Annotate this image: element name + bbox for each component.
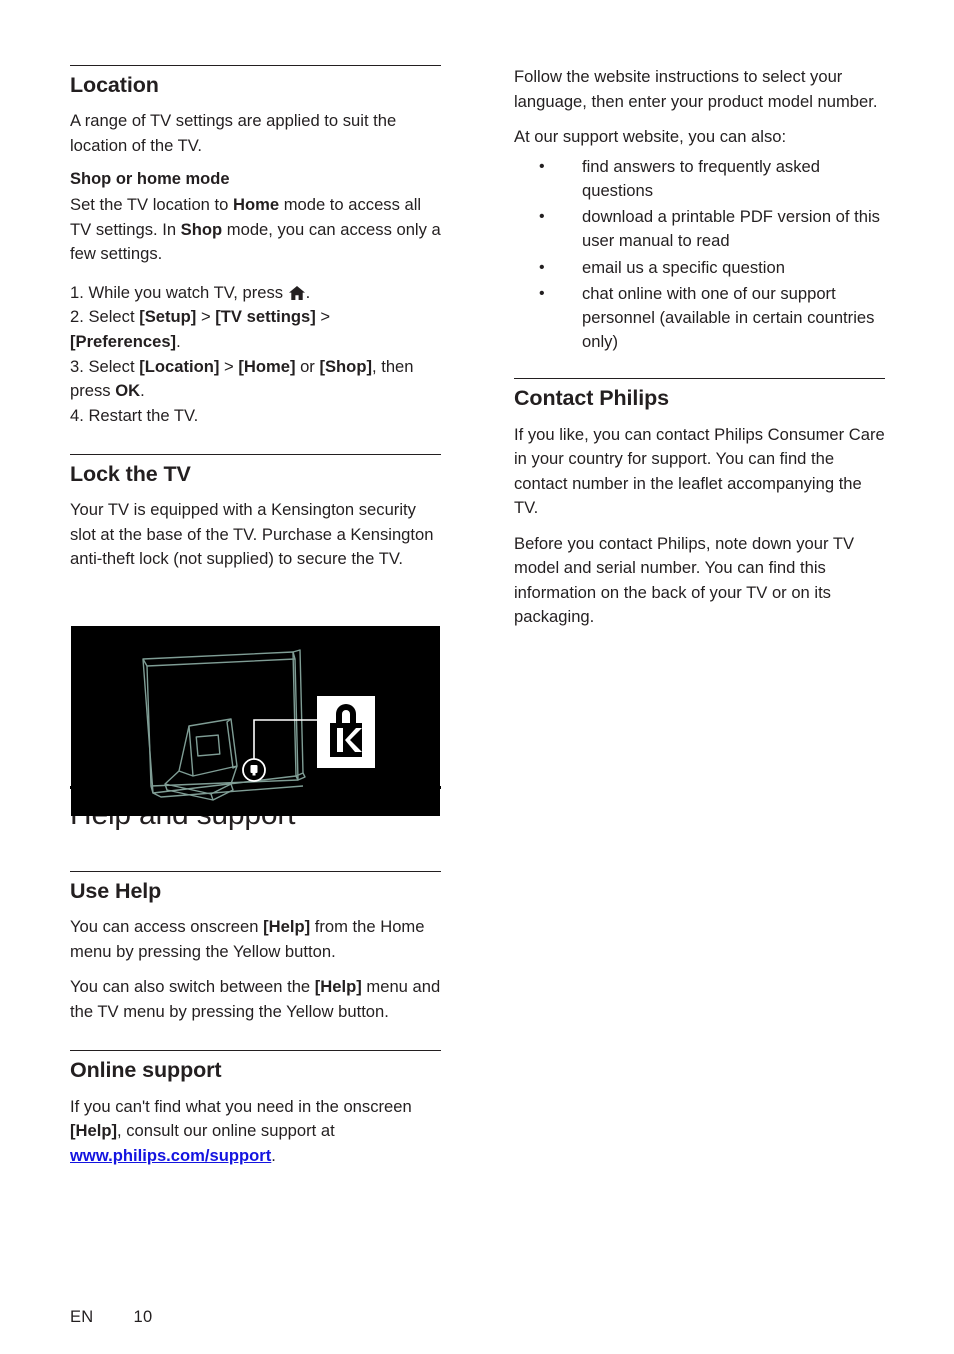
location-step: 3. Select [Location] > [Home] or [Shop],…: [70, 355, 441, 404]
bullet-icon: •: [539, 208, 545, 226]
right-intro-paragraph-2: At our support website, you can also:: [514, 127, 787, 147]
online-support-part-3: .: [271, 1145, 276, 1165]
step-number: 3.: [70, 356, 89, 376]
step-emphasis: [Home]: [238, 356, 296, 376]
step-text: >: [219, 356, 239, 376]
online-support-part-2: , consult our online support at: [117, 1121, 335, 1141]
list-item-label: find answers to frequently asked questio…: [582, 156, 820, 200]
step-text: Select: [88, 307, 140, 327]
step-emphasis: [Location]: [139, 356, 220, 376]
step-text: >: [315, 307, 331, 327]
location-mode-text: Set the TV location to Home mode to acce…: [70, 193, 441, 267]
location-step: 1. While you watch TV, press .: [70, 281, 441, 306]
right-column: Follow the website instructions to selec…: [514, 65, 885, 630]
home-icon: [288, 285, 305, 300]
list-item: • chat online with one of our support per…: [514, 282, 885, 355]
support-website-bullet-list: • find answers to frequently asked questi…: [514, 155, 885, 355]
list-item: • download a printable PDF version of thi…: [514, 205, 885, 253]
lock-the-tv-body: Your TV is equipped with a Kensington se…: [70, 500, 434, 569]
location-step: 4. Restart the TV.: [70, 404, 441, 429]
step-text: .: [176, 331, 181, 351]
left-column: Location A range of TV settings are appl…: [70, 65, 441, 1168]
list-item: • find answers to frequently asked questi…: [514, 155, 885, 203]
section-online-support: Online support If you can't find what yo…: [70, 1050, 441, 1168]
step-number: 1.: [70, 282, 89, 302]
contact-philips-paragraph-1: If you like, you can contact Philips Con…: [514, 424, 885, 518]
philips-support-link[interactable]: www.philips.com/support: [70, 1146, 271, 1165]
heading-contact-philips: Contact Philips: [514, 386, 669, 411]
section-location: Location A range of TV settings are appl…: [70, 65, 441, 428]
heading-use-help: Use Help: [70, 879, 162, 904]
step-number: 2.: [70, 307, 89, 327]
step-emphasis: [TV settings]: [215, 307, 316, 327]
manual-page: Location A range of TV settings are appl…: [0, 0, 954, 1354]
contact-philips-paragraph-2: Before you contact Philips, note down yo…: [514, 533, 855, 627]
mode-bold-home: Home: [232, 195, 280, 215]
footer-language-code: EN: [70, 1308, 94, 1326]
use-help-p2-part-1: You can also switch between the: [70, 977, 315, 997]
section-rule: [70, 871, 441, 873]
step-text: >: [196, 307, 216, 327]
bullet-icon: •: [539, 157, 545, 175]
bullet-icon: •: [539, 284, 545, 302]
section-use-help: Use Help You can access onscreen [Help] …: [70, 871, 441, 1024]
section-rule: [70, 454, 441, 456]
section-lock-the-tv: Lock the TV Your TV is equipped with a K…: [70, 454, 441, 572]
location-steps-list: 1. While you watch TV, press . 2. Select …: [70, 281, 441, 428]
heading-online-support: Online support: [70, 1058, 222, 1083]
use-help-p1-part-1: You can access onscreen: [70, 917, 264, 937]
step-text: Restart the TV.: [88, 405, 199, 425]
mode-text-part-1: Set the TV location to: [70, 195, 233, 215]
list-item: • email us a specific question: [514, 256, 885, 280]
heading-location: Location: [70, 73, 159, 97]
illustration-background: [71, 626, 440, 816]
footer-page-number: 10: [133, 1308, 153, 1326]
online-support-paragraph: If you can't find what you need in the o…: [70, 1095, 441, 1169]
use-help-paragraph-1: You can access onscreen [Help] from the …: [70, 915, 441, 964]
subheading-shop-or-home-mode: Shop or home mode: [70, 170, 230, 189]
step-emphasis: [Shop]: [319, 356, 372, 376]
section-rule: [70, 65, 441, 66]
kensington-lock-icon: [317, 696, 375, 768]
list-item-label: chat online with one of our support pers…: [582, 283, 875, 352]
list-item-label: email us a specific question: [582, 257, 785, 277]
use-help-p2-bold: [Help]: [314, 977, 362, 997]
step-text: .: [140, 381, 145, 401]
step-text: .: [305, 282, 311, 302]
location-intro-text: A range of TV settings are applied to su…: [70, 111, 397, 155]
slot-marker-circle: [242, 758, 266, 782]
use-help-paragraph-2: You can also switch between the [Help] m…: [70, 975, 441, 1024]
bullet-icon: •: [539, 258, 545, 276]
step-number: 4.: [70, 405, 89, 425]
page-footer: EN 10: [70, 1308, 152, 1327]
step-emphasis: [Preferences]: [70, 331, 177, 351]
heading-lock-the-tv: Lock the TV: [70, 462, 191, 487]
kensington-lock-illustration: [71, 626, 440, 816]
right-intro-paragraph-1: Follow the website instructions to selec…: [514, 67, 878, 111]
online-support-part-1: If you can't find what you need in the o…: [70, 1096, 412, 1116]
step-emphasis: OK: [115, 381, 141, 401]
section-rule: [70, 1050, 441, 1052]
list-item-label: download a printable PDF version of this…: [582, 207, 880, 251]
mode-bold-shop: Shop: [180, 219, 223, 239]
use-help-p1-bold: [Help]: [263, 917, 311, 937]
section-contact-philips: Contact Philips If you like, you can con…: [514, 378, 885, 630]
location-step: 2. Select [Setup] > [TV settings] > [Pre…: [70, 305, 441, 354]
step-text: Select: [88, 356, 140, 376]
step-text: While you watch TV, press: [88, 282, 288, 302]
online-support-bold: [Help]: [70, 1121, 118, 1141]
step-text: or: [295, 356, 320, 376]
section-rule: [514, 378, 885, 380]
step-emphasis: [Setup]: [139, 307, 197, 327]
